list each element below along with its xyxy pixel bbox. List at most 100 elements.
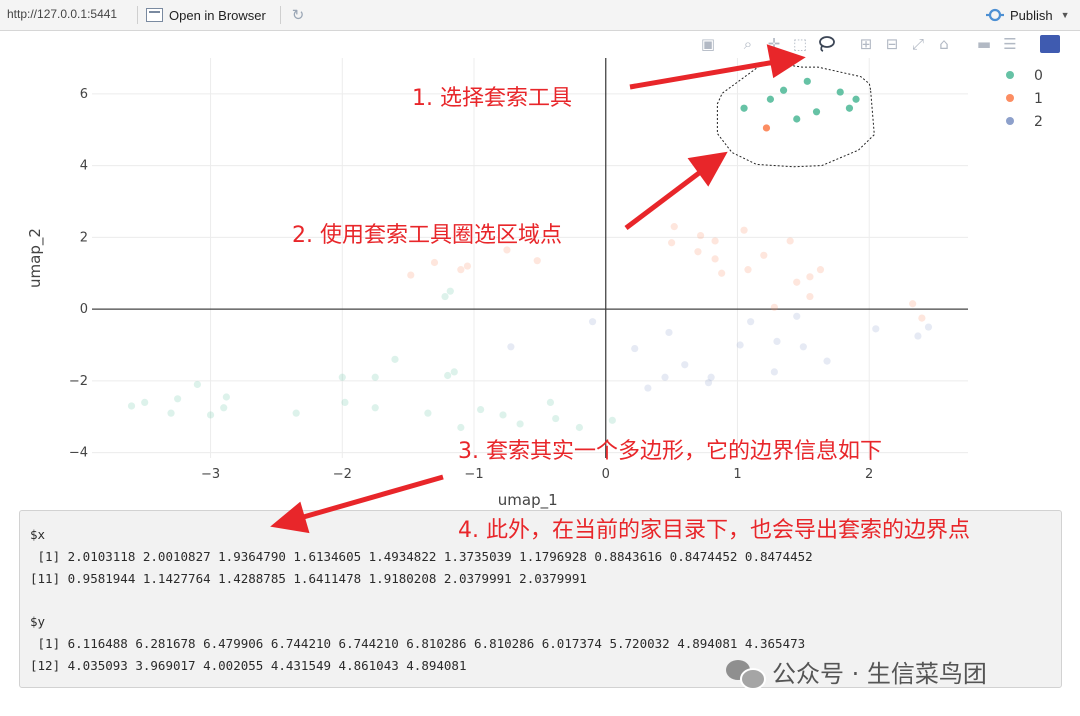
data-point-1[interactable] [670,223,678,231]
data-point-2[interactable] [924,323,933,331]
selected-point-0[interactable] [766,95,775,103]
data-point-0[interactable] [575,423,583,432]
wechat-icon [726,656,766,690]
console-text: $x [1] 2.0103118 2.0010827 1.9364790 1.6… [30,527,813,673]
data-point-0[interactable] [292,409,300,417]
x-tick-label: 1 [733,467,741,482]
data-point-2[interactable] [793,312,801,320]
data-point-2[interactable] [644,384,652,392]
data-point-0[interactable] [174,395,182,403]
data-points[interactable] [127,77,933,432]
data-point-0[interactable] [341,398,349,406]
chevron-down-icon[interactable]: ▼ [1061,10,1070,20]
data-point-2[interactable] [799,343,807,351]
data-point-1[interactable] [806,292,814,301]
data-point-0[interactable] [222,393,230,401]
selected-point-0[interactable] [740,104,748,112]
data-point-1[interactable] [711,255,719,263]
data-point-1[interactable] [668,239,676,247]
data-point-0[interactable] [193,380,201,389]
data-point-1[interactable] [918,314,926,322]
data-point-0[interactable] [546,398,555,406]
refresh-icon[interactable]: ↻ [289,6,307,24]
data-point-0[interactable] [457,423,465,432]
data-point-1[interactable] [407,271,415,279]
publish-button[interactable]: Publish ▼ [985,5,1070,25]
data-point-1[interactable] [740,226,748,234]
data-point-2[interactable] [747,318,755,326]
data-point-0[interactable] [371,404,379,412]
open-in-browser-button[interactable]: Open in Browser [146,5,266,25]
data-point-2[interactable] [914,332,922,340]
data-point-2[interactable] [823,357,831,365]
selected-point-0[interactable] [793,115,801,123]
data-point-0[interactable] [206,411,215,419]
data-point-2[interactable] [681,361,689,369]
data-point-0[interactable] [444,371,452,380]
data-point-1[interactable] [430,258,439,267]
legend-label-1: 1 [1034,91,1043,107]
y-tick-label: −4 [69,446,88,461]
data-point-1[interactable] [533,257,541,265]
data-point-2[interactable] [665,328,673,337]
data-point-0[interactable] [391,355,399,363]
data-point-0[interactable] [608,416,616,424]
data-point-1[interactable] [793,278,801,286]
data-point-0[interactable] [167,409,175,417]
data-point-2[interactable] [507,343,515,351]
selected-point-0[interactable] [803,77,811,85]
data-point-0[interactable] [552,414,560,423]
browser-window-icon [146,8,163,22]
annotation-1: 1. 选择套索工具 [412,86,572,111]
data-point-0[interactable] [499,411,507,419]
data-point-1[interactable] [786,237,794,245]
legend[interactable]: 0 1 2 [1006,68,1043,130]
selected-point-0[interactable] [779,86,788,94]
data-point-1[interactable] [760,251,768,259]
data-point-1[interactable] [696,231,705,240]
y-tick-label: 4 [80,159,88,174]
x-tick-label: −1 [464,467,483,482]
data-point-2[interactable] [872,325,880,333]
data-point-0[interactable] [424,409,432,417]
data-point-0[interactable] [141,398,149,406]
data-point-1[interactable] [457,266,465,274]
data-point-1[interactable] [711,237,719,245]
data-point-0[interactable] [220,404,228,412]
data-point-2[interactable] [588,318,597,326]
data-point-1[interactable] [694,248,702,256]
publish-icon [986,8,1004,22]
data-point-2[interactable] [736,341,744,349]
data-point-1[interactable] [770,303,778,311]
data-point-0[interactable] [450,368,458,376]
data-point-2[interactable] [773,337,781,346]
data-point-2[interactable] [661,373,669,381]
selected-point-0[interactable] [812,108,821,116]
data-point-2[interactable] [707,373,715,381]
data-point-1[interactable] [816,266,825,274]
x-tick-label: 2 [865,467,873,482]
selected-point-0[interactable] [836,88,844,96]
selected-point-1[interactable] [762,124,771,132]
data-point-0[interactable] [516,420,524,428]
selected-point-0[interactable] [852,95,860,103]
data-point-0[interactable] [441,292,449,301]
watermark: 公众号 · 生信菜鸟团 [726,654,987,690]
data-point-1[interactable] [806,273,814,281]
toolbar-divider [280,6,281,24]
data-point-2[interactable] [631,344,639,353]
data-point-0[interactable] [371,373,379,381]
data-point-1[interactable] [909,300,917,308]
watermark-text: 公众号 · 生信菜鸟团 [772,660,987,688]
data-point-0[interactable] [127,402,136,410]
data-point-1[interactable] [718,269,726,277]
data-point-0[interactable] [338,373,346,381]
data-point-1[interactable] [463,262,472,270]
data-point-0[interactable] [477,405,485,414]
legend-label-0: 0 [1034,68,1043,84]
data-point-0[interactable] [446,287,454,295]
data-point-1[interactable] [744,266,752,274]
legend-label-2: 2 [1034,114,1043,130]
selected-point-0[interactable] [845,104,854,112]
data-point-2[interactable] [770,368,778,376]
